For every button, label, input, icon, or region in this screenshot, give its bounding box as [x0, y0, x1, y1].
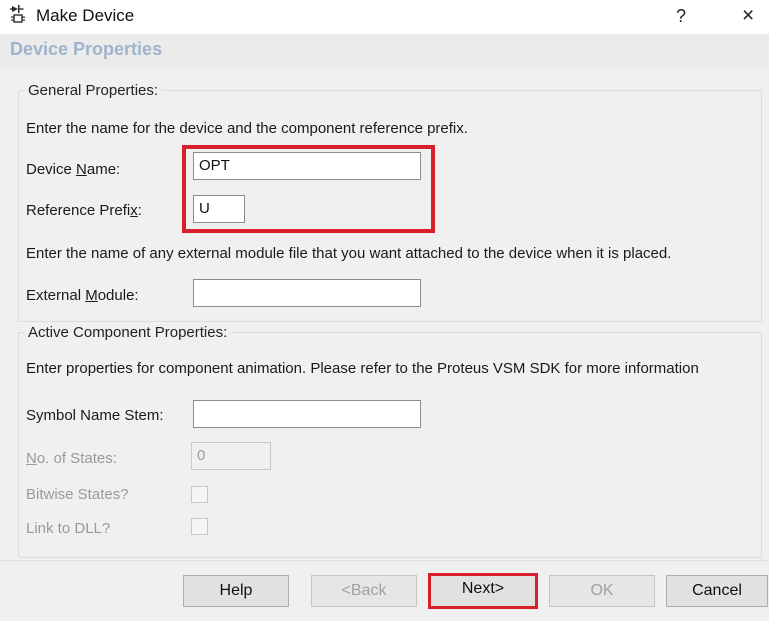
- symbol-name-stem-field[interactable]: [193, 400, 421, 428]
- link-to-dll-checkbox[interactable]: [191, 518, 208, 535]
- page-title: Device Properties: [10, 39, 163, 59]
- reference-prefix-label-key: x: [130, 202, 138, 219]
- active-component-legend: Active Component Properties:: [24, 324, 232, 341]
- external-module-label-key: M: [85, 287, 98, 304]
- external-module-field[interactable]: [193, 279, 421, 307]
- num-states-label: No. of States:: [26, 450, 117, 467]
- dialog-content: General Properties: Enter the name for t…: [0, 68, 769, 560]
- next-button[interactable]: Next>: [428, 573, 538, 609]
- device-name-label-pre: Device: [26, 161, 77, 178]
- help-title-button[interactable]: ?: [676, 6, 686, 27]
- link-to-dll-label: Link to DLL?: [26, 520, 111, 537]
- external-module-intro-text: Enter the name of any external module fi…: [26, 245, 672, 262]
- highlight-frame-name-prefix: [182, 145, 435, 233]
- reference-prefix-label-post: :: [137, 202, 142, 219]
- device-name-label-key: N: [76, 161, 87, 178]
- device-name-label: Device Name:: [26, 161, 120, 178]
- bitwise-states-label: Bitwise States?: [26, 486, 129, 503]
- external-module-label-post: odule:: [97, 287, 139, 304]
- close-button[interactable]: ×: [742, 4, 754, 28]
- bitwise-states-checkbox[interactable]: [191, 486, 208, 503]
- make-device-icon: [10, 5, 25, 23]
- active-component-intro-text: Enter properties for component animation…: [26, 360, 699, 377]
- num-states-label-key: N: [26, 450, 37, 467]
- window-title: Make Device: [36, 6, 135, 25]
- general-intro-text: Enter the name for the device and the co…: [26, 120, 468, 137]
- num-states-field[interactable]: 0: [191, 442, 271, 470]
- ok-button[interactable]: OK: [549, 575, 655, 607]
- button-bar: Help <Back Next> OK Cancel: [0, 560, 769, 621]
- symbol-name-stem-label: Symbol Name Stem:: [26, 407, 164, 424]
- num-states-label-post: o. of States:: [36, 450, 117, 467]
- reference-prefix-label-pre: Reference Prefi: [26, 202, 131, 219]
- help-button[interactable]: Help: [183, 575, 289, 607]
- title-bar: Make Device ? ×: [0, 0, 769, 34]
- cancel-button[interactable]: Cancel: [666, 575, 768, 607]
- page-header: Device Properties: [0, 34, 769, 68]
- general-properties-legend: General Properties:: [24, 82, 163, 99]
- back-button[interactable]: <Back: [311, 575, 417, 607]
- reference-prefix-label: Reference Prefix:: [26, 202, 142, 219]
- external-module-label-pre: External: [26, 287, 86, 304]
- device-name-label-post: ame:: [86, 161, 121, 178]
- external-module-label: External Module:: [26, 287, 139, 304]
